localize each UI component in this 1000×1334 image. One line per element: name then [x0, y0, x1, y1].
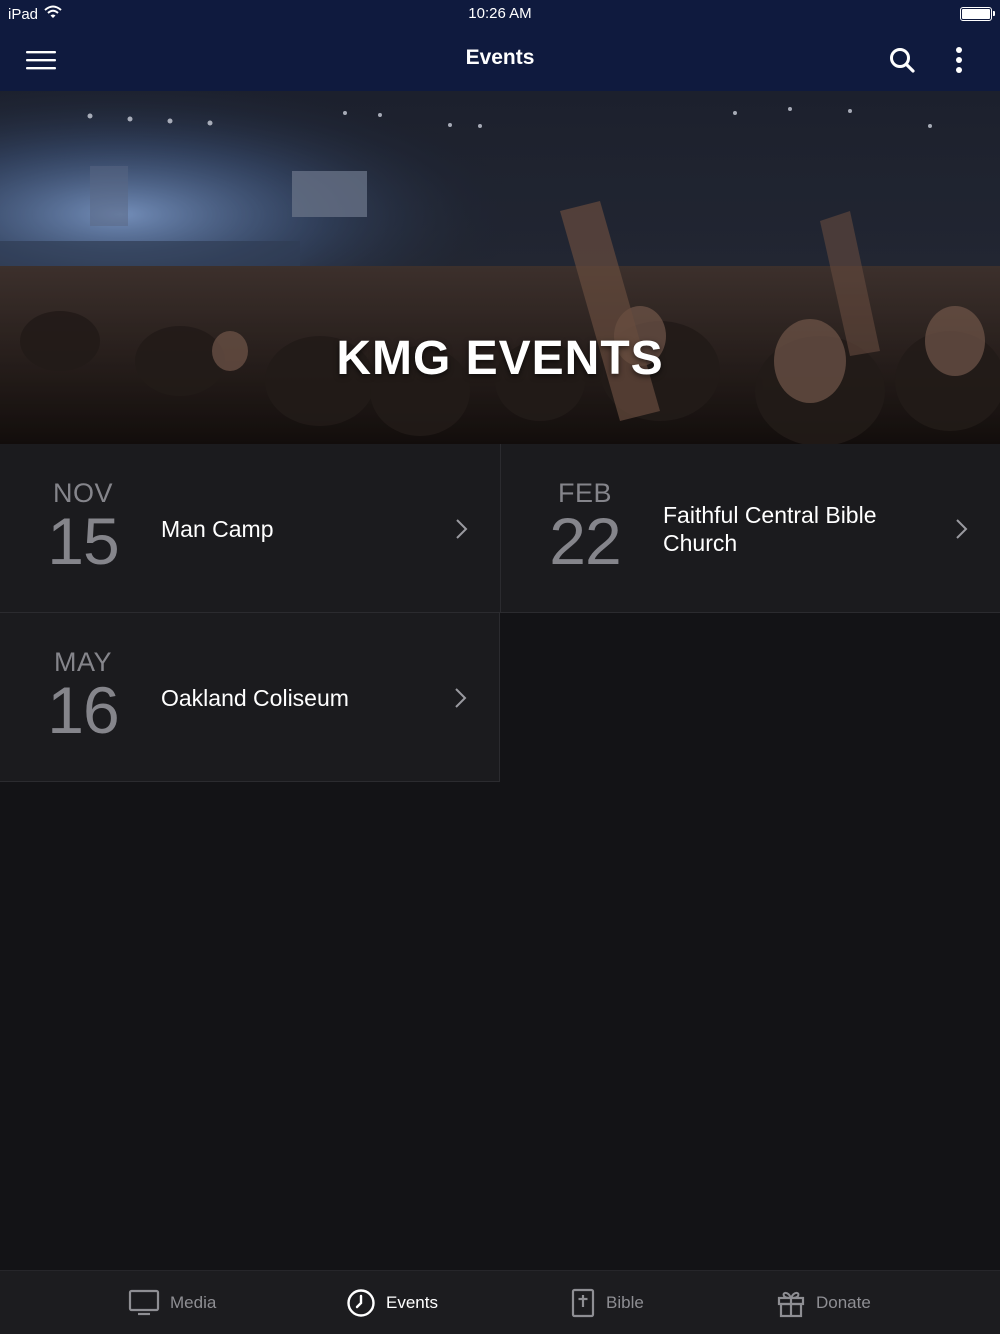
event-date: FEB 22 [501, 478, 669, 578]
gift-icon [777, 1291, 805, 1318]
status-time: 10:26 AM [468, 5, 532, 22]
battery-icon [960, 7, 995, 21]
tab-donate[interactable]: Donate [776, 1271, 871, 1334]
event-day: 22 [549, 504, 621, 578]
event-name: Oakland Coliseum [161, 684, 349, 711]
tab-label: Media [170, 1293, 217, 1312]
app-screen: iPad 10:26 AM Events KMG EVENTS NOV 15 M… [0, 0, 1000, 1334]
chevron-right-icon [956, 519, 968, 539]
chevron-right-icon [456, 519, 468, 539]
event-date: NOV 15 [0, 478, 166, 578]
tab-events[interactable]: Events [346, 1271, 438, 1334]
clock-icon [347, 1289, 375, 1317]
more-vertical-icon [956, 47, 962, 73]
concert-crowd-image [0, 91, 1000, 444]
tab-media[interactable]: Media [128, 1271, 216, 1334]
tab-label: Bible [606, 1293, 644, 1312]
more-options-button[interactable] [944, 40, 974, 80]
event-name: Faithful Central Bible Church [663, 501, 877, 556]
search-button[interactable] [882, 40, 922, 80]
tab-bar: Media Events Bible Donate [0, 1270, 1000, 1334]
event-card[interactable]: MAY 16 Oakland Coliseum [0, 613, 500, 782]
bible-icon [571, 1288, 595, 1318]
tab-label: Events [386, 1293, 438, 1312]
event-card[interactable]: FEB 22 Faithful Central Bible Church [500, 444, 1000, 613]
monitor-icon [128, 1289, 160, 1316]
tab-label: Donate [816, 1293, 871, 1312]
page-title: Events [465, 46, 535, 69]
hero-banner: KMG EVENTS [0, 91, 1000, 444]
event-card[interactable]: NOV 15 Man Camp [0, 444, 500, 613]
event-name: Man Camp [161, 515, 274, 542]
status-bar: iPad 10:26 AM [0, 0, 1000, 28]
chevron-right-icon [455, 688, 467, 708]
event-date: MAY 16 [0, 647, 166, 747]
event-day: 16 [47, 673, 119, 747]
event-day: 15 [47, 504, 119, 578]
search-icon [890, 48, 915, 73]
tab-bible[interactable]: Bible [570, 1271, 644, 1334]
hero-title: KMG EVENTS [336, 332, 664, 385]
navigation-bar: Events [0, 28, 1000, 91]
